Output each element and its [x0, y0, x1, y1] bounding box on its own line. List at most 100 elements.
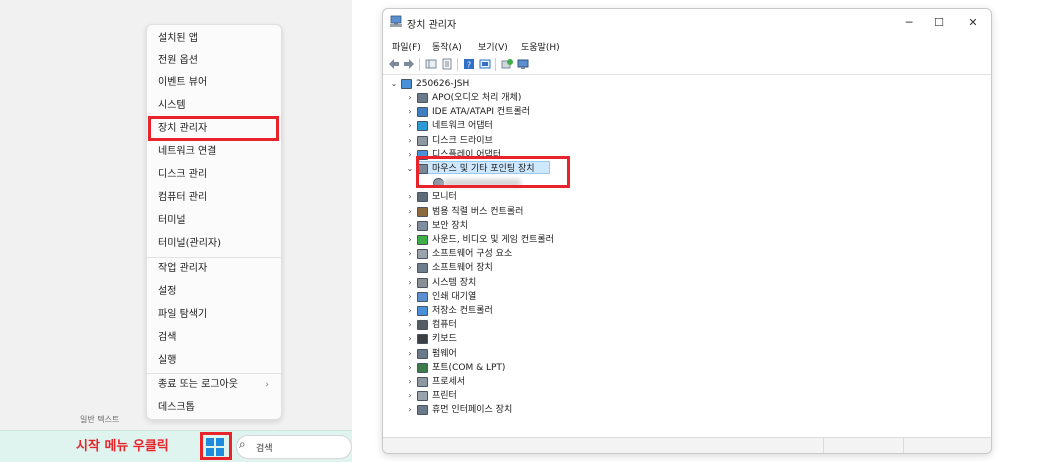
- monitor-icon: [417, 192, 428, 203]
- menu-item-event-viewer[interactable]: 이벤트 뷰어: [151, 72, 277, 94]
- maximize-button[interactable]: ☐: [924, 13, 954, 33]
- chevron-right-icon[interactable]: ›: [405, 247, 415, 261]
- tree-item-label: 인쇄 대기열: [432, 291, 477, 302]
- chevron-right-icon[interactable]: ›: [405, 290, 415, 304]
- forward-arrow-icon[interactable]: [403, 58, 415, 70]
- tree-item-label: 모니터: [432, 192, 457, 203]
- menu-item-network-connections[interactable]: 네트워크 연결: [151, 141, 277, 163]
- chevron-right-icon[interactable]: ›: [405, 318, 415, 332]
- menu-file[interactable]: 파일(F): [392, 40, 421, 53]
- tree-item-label: 프로세서: [432, 377, 466, 387]
- chevron-right-icon[interactable]: ›: [405, 375, 415, 389]
- view-icon[interactable]: [479, 58, 491, 70]
- device-manager-app-icon: [390, 15, 402, 27]
- software-component-icon: [417, 249, 428, 260]
- chevron-down-icon[interactable]: ⌄: [405, 162, 415, 176]
- device-manager-highlight-box: [148, 116, 279, 141]
- tree-item-label: 프린터: [432, 391, 457, 402]
- menu-item-shutdown-label: 종료 또는 로그아웃: [158, 379, 238, 390]
- tree-item-label: IDE ATA/ATAPI 컨트롤러: [432, 107, 531, 118]
- menu-item-system[interactable]: 시스템: [151, 95, 277, 117]
- security-device-icon: [417, 220, 428, 231]
- toolbar-separator: [419, 58, 420, 71]
- computer-icon: [417, 320, 428, 331]
- windows-start-icon[interactable]: [206, 438, 224, 456]
- window-title: 장치 관리자: [407, 20, 457, 31]
- sound-icon: [417, 235, 428, 245]
- ide-controller-icon: [417, 107, 428, 118]
- menu-help[interactable]: 도움말(H): [521, 40, 560, 53]
- update-driver-icon[interactable]: [501, 58, 513, 70]
- chevron-right-icon[interactable]: ›: [405, 261, 415, 275]
- system-device-icon: [417, 277, 428, 288]
- properties-icon[interactable]: [441, 58, 453, 70]
- chevron-right-icon[interactable]: ›: [405, 148, 415, 162]
- menu-item-installed-apps[interactable]: 설치된 앱: [151, 28, 277, 50]
- status-bar-pane: [903, 438, 904, 453]
- chevron-down-icon[interactable]: ⌄: [389, 77, 399, 91]
- search-icon: ⌕: [239, 437, 246, 451]
- chevron-right-icon[interactable]: ›: [405, 403, 415, 417]
- menu-item-terminal-admin[interactable]: 터미널(관리자): [151, 233, 277, 255]
- toolbar: ?: [383, 55, 991, 75]
- chevron-right-icon[interactable]: ›: [405, 304, 415, 318]
- chevron-right-icon[interactable]: ›: [405, 105, 415, 119]
- chevron-right-icon[interactable]: ›: [405, 205, 415, 219]
- tree-item-label: 디스크 드라이브: [432, 135, 493, 146]
- chevron-right-icon[interactable]: ›: [405, 347, 415, 361]
- start-context-menu: 설치된 앱 전원 옵션 이벤트 뷰어 시스템 장치 관리자 네트워크 연결 디스…: [146, 24, 282, 420]
- menu-item-disk-management[interactable]: 디스크 관리: [151, 164, 277, 186]
- print-queue-icon: [417, 291, 428, 302]
- scan-hardware-icon[interactable]: [517, 58, 529, 70]
- chevron-right-icon[interactable]: ›: [405, 332, 415, 346]
- disk-drive-icon: [417, 135, 428, 146]
- back-arrow-icon[interactable]: [388, 58, 400, 70]
- keyboard-icon: [417, 334, 428, 345]
- menu-item-settings[interactable]: 설정: [151, 281, 277, 303]
- chevron-right-icon[interactable]: ›: [405, 119, 415, 133]
- usb-icon: [417, 206, 428, 217]
- menu-item-search[interactable]: 검색: [151, 327, 277, 349]
- speaker-icon: [417, 93, 428, 103]
- chevron-right-icon[interactable]: ›: [405, 219, 415, 233]
- close-button[interactable]: ✕: [958, 13, 988, 33]
- menu-bar: 파일(F) 동작(A) 보기(V) 도움말(H): [383, 37, 991, 55]
- tree-item-label: 포트(COM & LPT): [432, 362, 506, 373]
- menu-view[interactable]: 보기(V): [478, 40, 508, 53]
- help-icon[interactable]: ?: [463, 58, 475, 70]
- title-bar[interactable]: 장치 관리자 ─ ☐ ✕: [383, 9, 991, 37]
- menu-item-shutdown-signout[interactable]: 종료 또는 로그아웃 ›: [151, 374, 277, 396]
- menu-item-power-options[interactable]: 전원 옵션: [151, 50, 277, 72]
- show-hide-tree-icon[interactable]: [425, 58, 437, 70]
- chevron-right-icon[interactable]: ›: [405, 190, 415, 204]
- chevron-right-icon[interactable]: ›: [405, 361, 415, 375]
- tree-item-label: 저장소 컨트롤러: [432, 306, 493, 316]
- storage-controller-icon: [417, 306, 428, 316]
- menu-item-task-manager[interactable]: 작업 관리자: [151, 258, 277, 280]
- device-manager-window: 장치 관리자 ─ ☐ ✕ 파일(F) 동작(A) 보기(V) 도움말(H) ? …: [382, 8, 992, 454]
- chevron-right-icon[interactable]: ›: [405, 389, 415, 403]
- menu-item-file-explorer[interactable]: 파일 탐색기: [151, 304, 277, 326]
- menu-item-desktop[interactable]: 데스크톱: [151, 397, 277, 419]
- chevron-right-icon[interactable]: ›: [405, 134, 415, 148]
- toolbar-separator: [457, 58, 458, 71]
- chevron-right-icon[interactable]: ›: [405, 276, 415, 290]
- menu-item-computer-management[interactable]: 컴퓨터 관리: [151, 187, 277, 209]
- chevron-right-icon[interactable]: ›: [405, 233, 415, 247]
- chevron-right-icon: ›: [265, 380, 269, 390]
- firmware-icon: [417, 348, 428, 359]
- tree-item-label: 소프트웨어 구성 요소: [432, 249, 513, 260]
- tree-item-label: 범용 직렬 버스 컨트롤러: [432, 206, 524, 217]
- menu-item-run[interactable]: 실행: [151, 350, 277, 372]
- status-bar: [383, 437, 991, 453]
- chevron-right-icon[interactable]: ›: [405, 91, 415, 105]
- tree-item-label: 사운드, 비디오 및 게임 컨트롤러: [432, 235, 554, 245]
- taskbar-search-input[interactable]: [236, 435, 352, 459]
- tree-item-label: 시스템 장치: [432, 277, 477, 288]
- tree-item-label: 보안 장치: [432, 220, 468, 231]
- menu-action[interactable]: 동작(A): [432, 40, 462, 53]
- svg-text:?: ?: [467, 61, 471, 70]
- minimize-button[interactable]: ─: [894, 13, 924, 33]
- menu-item-terminal[interactable]: 터미널: [151, 210, 277, 232]
- computer-icon: [401, 79, 412, 89]
